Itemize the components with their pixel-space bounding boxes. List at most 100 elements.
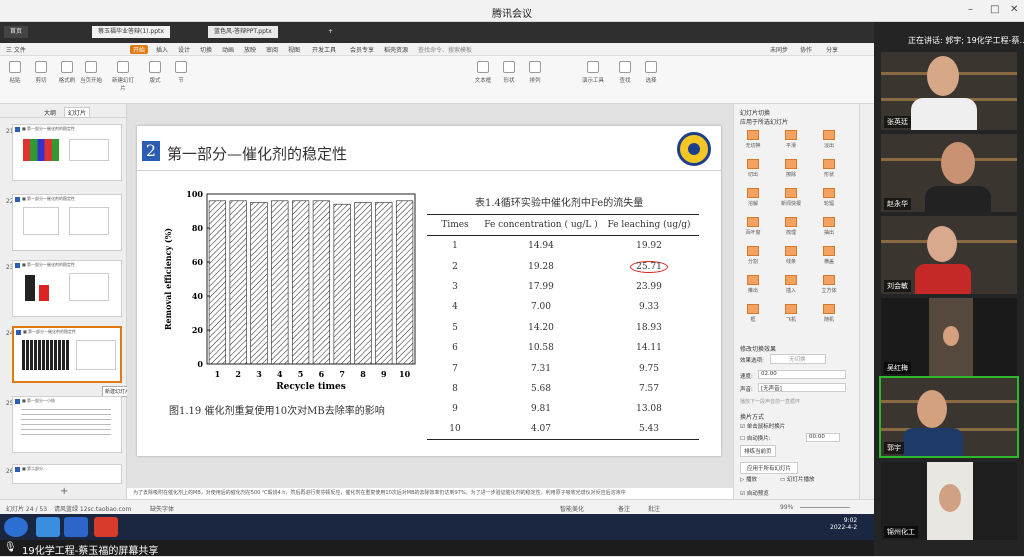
transition-option[interactable]: 随机 xyxy=(816,304,842,323)
menu-member[interactable]: 会员专享 xyxy=(350,45,374,54)
participant-video[interactable]: 张英廷 xyxy=(881,52,1017,130)
transition-option[interactable]: 线条 xyxy=(778,246,804,265)
participant-video[interactable]: 赵永华 xyxy=(881,134,1017,212)
participant-video[interactable]: 吴红梅 xyxy=(881,298,1017,376)
share-button[interactable]: 分享 xyxy=(826,45,838,54)
format-painter-button[interactable]: 格式刷 xyxy=(54,61,80,84)
table-cell: 5 xyxy=(452,322,458,333)
transition-option[interactable]: 新闻快报 xyxy=(778,188,804,207)
transition-option[interactable]: 分割 xyxy=(740,246,766,265)
transition-option[interactable]: 框 xyxy=(740,304,766,323)
cut-button[interactable]: 剪切 xyxy=(28,61,54,84)
rehearse-button[interactable]: 排练当前页 xyxy=(740,445,776,457)
effect-select[interactable]: 无切换 xyxy=(770,354,826,364)
menu-docer[interactable]: 稻壳资源 xyxy=(384,45,408,54)
transition-option[interactable]: 擦除 xyxy=(778,159,804,178)
menu-home[interactable]: 开始 xyxy=(130,45,149,54)
auto-time-input[interactable]: 00:00 xyxy=(806,433,840,442)
transition-option[interactable]: 无切换 xyxy=(740,130,766,149)
transition-option[interactable]: 平滑 xyxy=(778,130,804,149)
tab-other-pptx[interactable]: 蓝色风-答辩PPT.pptx xyxy=(208,26,278,38)
textbox-button[interactable]: 文本框 xyxy=(470,61,496,84)
collaborate-button[interactable]: 协作 xyxy=(800,45,812,54)
presentation-tools-button[interactable]: 演示工具 xyxy=(580,61,606,84)
select-button[interactable]: 选择 xyxy=(638,61,664,84)
close-button[interactable]: ✕ xyxy=(1010,4,1018,15)
transition-option[interactable]: 溶解 xyxy=(740,188,766,207)
apply-all-button[interactable]: 应用于所有幻灯片 xyxy=(740,462,799,474)
menu-transition[interactable]: 切换 xyxy=(200,45,212,54)
sync-status[interactable]: 未同步 xyxy=(770,45,788,54)
menu-review[interactable]: 审阅 xyxy=(266,45,278,54)
menu-animation[interactable]: 动画 xyxy=(222,45,234,54)
wps-icon[interactable] xyxy=(94,517,118,537)
menu-developer[interactable]: 开发工具 xyxy=(312,45,336,54)
start-slideshow-button[interactable]: 当页开始 xyxy=(78,61,104,84)
slide-thumb-25[interactable]: ■ 第一部分—小结 xyxy=(12,396,122,453)
transition-option[interactable]: 梳理 xyxy=(778,217,804,236)
transition-option[interactable]: 百叶窗 xyxy=(740,217,766,236)
ie-icon[interactable] xyxy=(36,517,60,537)
slide-thumb-22[interactable]: ■ 第一部分—催化剂的稳定性 xyxy=(12,194,122,251)
new-slide-button[interactable]: 新建幻灯片 xyxy=(110,61,136,92)
table-cell: 6 xyxy=(452,343,458,354)
find-button[interactable]: 查找 xyxy=(612,61,638,84)
menu-insert[interactable]: 插入 xyxy=(156,45,168,54)
transition-option[interactable]: 形状 xyxy=(816,159,842,178)
start-button-icon[interactable] xyxy=(4,517,28,537)
tab-current-pptx[interactable]: 蔡玉福毕业答辩(1).pptx xyxy=(92,26,170,38)
transition-option[interactable]: 插入 xyxy=(778,275,804,294)
menu-design[interactable]: 设计 xyxy=(178,45,190,54)
microphone-icon[interactable]: 🎙 xyxy=(4,542,17,553)
table-row: 3 17.99 23.99 xyxy=(427,277,699,297)
transition-option[interactable]: 立方体 xyxy=(816,275,842,294)
loop-checkbox[interactable]: 播放下一段声音前一直循环 xyxy=(740,398,800,405)
auto-advance-checkbox[interactable]: ☐ 自动换片: xyxy=(740,434,771,442)
command-search[interactable]: 查找命令、搜索模板 xyxy=(418,45,472,54)
speaker-notes[interactable]: 为了去除吸附在催化剂上的MB，对使用后的催化剂在500 ℃煅烧4 h，然后再进行… xyxy=(127,488,733,499)
menu-file[interactable]: 三 文件 xyxy=(6,45,26,54)
sound-select[interactable]: [无声音] xyxy=(758,383,846,392)
transition-option[interactable]: 推出 xyxy=(740,275,766,294)
menu-slideshow[interactable]: 放映 xyxy=(244,45,256,54)
arrange-button[interactable]: 排列 xyxy=(522,61,548,84)
slideshow-button[interactable]: ▭ 幻灯片播放 xyxy=(780,475,814,483)
transition-option[interactable]: 切出 xyxy=(740,159,766,178)
smart-beautify-button[interactable]: 智能美化 xyxy=(560,504,584,513)
autopreview-checkbox[interactable]: ☑ 自动预览 xyxy=(740,489,769,497)
play-button[interactable]: ▷ 播放 xyxy=(740,475,757,483)
slide-thumb-24-selected[interactable]: ■ 第一部分—催化剂的稳定性 xyxy=(12,326,122,383)
transition-option[interactable]: 横盖 xyxy=(816,246,842,265)
zoom-slider[interactable] xyxy=(800,507,850,508)
section-button[interactable]: 节 xyxy=(168,61,194,84)
transition-option[interactable]: 飞机 xyxy=(778,304,804,323)
menu-view[interactable]: 视图 xyxy=(288,45,300,54)
notes-button[interactable]: 备注 xyxy=(618,504,630,513)
slide-thumb-26[interactable]: ■ 第二部分... xyxy=(12,464,122,484)
slide-canvas[interactable]: 2 第一部分—催化剂的稳定性 0 20 40 60 80 100 1 2 3 4 5 6 7 8 9 10 … xyxy=(137,126,721,456)
layout-button[interactable]: 版式 xyxy=(142,61,168,84)
participant-video-active-speaker[interactable]: 郭宇 xyxy=(879,376,1019,458)
tab-slides[interactable]: 幻灯片 xyxy=(64,107,91,118)
minimize-button[interactable]: – xyxy=(968,4,973,15)
missing-font-button[interactable]: 缺失字体 xyxy=(150,504,174,513)
comments-button[interactable]: 批注 xyxy=(648,504,660,513)
participant-video[interactable]: 刘会敏 xyxy=(881,216,1017,294)
slide-thumb-23[interactable]: ■ 第一部分—催化剂的稳定性 xyxy=(12,260,122,317)
maximize-button[interactable]: □ xyxy=(990,4,999,15)
participant-video[interactable]: 锦州化工 xyxy=(881,462,1017,540)
transition-option[interactable]: 抽出 xyxy=(816,217,842,236)
speed-input[interactable]: 02.00 xyxy=(758,370,846,379)
tab-home[interactable]: 首页 xyxy=(4,26,29,38)
new-tab-button[interactable]: + xyxy=(322,26,339,38)
tab-outline[interactable]: 大纲 xyxy=(44,108,56,117)
transition-option[interactable]: 淡出 xyxy=(816,130,842,149)
paste-button[interactable]: 粘贴 xyxy=(2,61,28,84)
shape-button[interactable]: 形状 xyxy=(496,61,522,84)
transition-option[interactable]: 轮辐 xyxy=(816,188,842,207)
click-advance-checkbox[interactable]: ☑ 单击鼠标时换片 xyxy=(740,422,785,430)
add-slide-button[interactable]: + xyxy=(60,486,68,497)
slide-thumb-21[interactable]: ■ 第一部分—催化剂的稳定性 xyxy=(12,124,122,181)
tencent-meeting-icon[interactable] xyxy=(64,517,88,537)
transition-label: 形状 xyxy=(823,172,834,178)
